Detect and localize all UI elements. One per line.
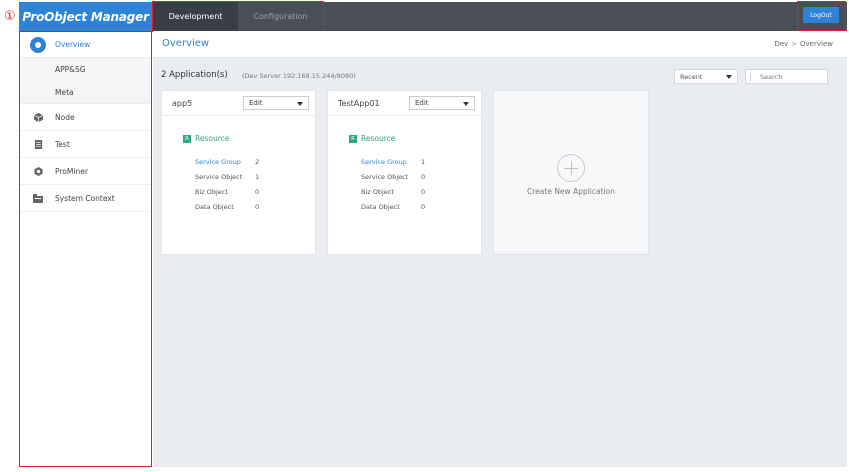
breadcrumb-dev[interactable]: Dev	[774, 40, 788, 48]
breadcrumb: Dev > Overview	[774, 40, 833, 48]
resource-row: Service Object 0	[361, 173, 425, 181]
search-input[interactable]: Search	[745, 69, 828, 84]
row-label: Service Object	[195, 173, 243, 181]
edit-select[interactable]: Edit	[409, 96, 475, 110]
resource-row: Data Object 0	[361, 203, 425, 211]
sidebar-item-label: Meta	[55, 87, 74, 97]
row-label: Biz Object	[361, 188, 394, 196]
sidebar-item-overview[interactable]: Overview	[20, 32, 150, 58]
prominer-icon	[33, 166, 43, 176]
app-card: TestApp01 Edit R Resource Service Group 1…	[327, 90, 482, 255]
resource-icon: R	[183, 134, 191, 143]
system-context-icon	[33, 193, 43, 203]
chevron-down-icon	[726, 75, 732, 79]
edit-label: Edit	[249, 99, 263, 107]
sidebar-item-node[interactable]: Node	[20, 104, 150, 131]
top-bar: ProObject Manager Development Configurat…	[19, 2, 847, 31]
row-value: 0	[421, 173, 426, 181]
row-value: 0	[255, 203, 260, 211]
row-value: 0	[255, 188, 260, 196]
sidebar-item-label: ProMiner	[55, 166, 88, 176]
row-label: Data Object	[361, 203, 400, 211]
app-card: app5 Edit R Resource Service Group 2 Serv…	[161, 90, 316, 255]
resource-label: Resource	[361, 134, 396, 143]
row-label: Service Object	[361, 173, 409, 181]
plus-icon	[557, 154, 585, 182]
app-card-header: TestApp01 Edit	[328, 91, 481, 116]
resource-label: Resource	[195, 134, 230, 143]
main-area: 2 Application(s) (Dev Server 192.168.15.…	[153, 58, 847, 467]
sidebar-item-label: Overview	[55, 40, 91, 49]
logout-button[interactable]: LogOut	[803, 7, 839, 23]
breadcrumb-overview: Overview	[800, 40, 833, 48]
create-application-label: Create New Application	[527, 187, 615, 196]
resource-title: R Resource	[349, 134, 395, 143]
apps-count: 2 Application(s)	[161, 70, 228, 80]
resource-row: Data Object 0	[195, 203, 259, 211]
row-value: 1	[255, 173, 260, 181]
sidebar-item-label: Node	[55, 112, 75, 122]
row-value: 0	[421, 188, 426, 196]
sidebar-item-system-context[interactable]: System Context	[20, 185, 150, 212]
resource-row: Biz Object 0	[195, 188, 259, 196]
app-card-header: app5 Edit	[162, 91, 315, 116]
row-label: Service Group	[361, 158, 407, 166]
resource-row: Service Object 1	[195, 173, 259, 181]
page-title: Overview	[162, 38, 210, 49]
sort-value: Recent	[680, 72, 703, 81]
overview-icon	[30, 36, 46, 53]
sidebar-item-label: APP&SG	[55, 65, 86, 74]
row-value: 0	[421, 203, 426, 211]
sidebar-item-meta[interactable]: Meta	[20, 81, 150, 104]
callout-1: ①	[4, 9, 16, 24]
sidebar-item-app-sg[interactable]: APP&SG	[20, 58, 150, 81]
edit-label: Edit	[415, 99, 429, 107]
resource-row[interactable]: Service Group 2	[195, 158, 259, 166]
app-name[interactable]: app5	[172, 99, 192, 108]
tabs-highlight	[152, 1, 324, 32]
sidebar: Overview APP&SG Meta Node Test ProMiner …	[19, 31, 152, 467]
breadcrumb-separator: >	[791, 40, 798, 48]
row-value: 1	[421, 158, 426, 166]
sidebar-item-label: Test	[55, 139, 70, 149]
chevron-down-icon	[297, 102, 303, 106]
sidebar-item-label: System Context	[55, 193, 115, 203]
row-label: Data Object	[195, 203, 234, 211]
node-icon	[33, 112, 43, 122]
app-name[interactable]: TestApp01	[338, 99, 380, 108]
app-logo[interactable]: ProObject Manager	[19, 2, 152, 31]
row-value: 2	[255, 158, 260, 166]
dev-server-info: (Dev Server 192.168.15.244/8080)	[242, 72, 356, 80]
chevron-down-icon	[463, 102, 469, 106]
resource-row[interactable]: Service Group 1	[361, 158, 425, 166]
content-header: Overview Dev > Overview	[153, 31, 847, 58]
resource-icon: R	[349, 134, 357, 143]
row-label: Biz Object	[195, 188, 228, 196]
resource-row: Biz Object 0	[361, 188, 425, 196]
edit-select[interactable]: Edit	[243, 96, 309, 110]
sidebar-item-prominer[interactable]: ProMiner	[20, 158, 150, 185]
sort-select[interactable]: Recent	[674, 69, 738, 84]
test-icon	[33, 139, 43, 149]
row-label: Service Group	[195, 158, 241, 166]
resource-title: R Resource	[183, 134, 229, 143]
sidebar-item-test[interactable]: Test	[20, 131, 150, 158]
search-placeholder: Search	[760, 72, 783, 81]
create-application-card[interactable]: Create New Application	[493, 90, 649, 255]
